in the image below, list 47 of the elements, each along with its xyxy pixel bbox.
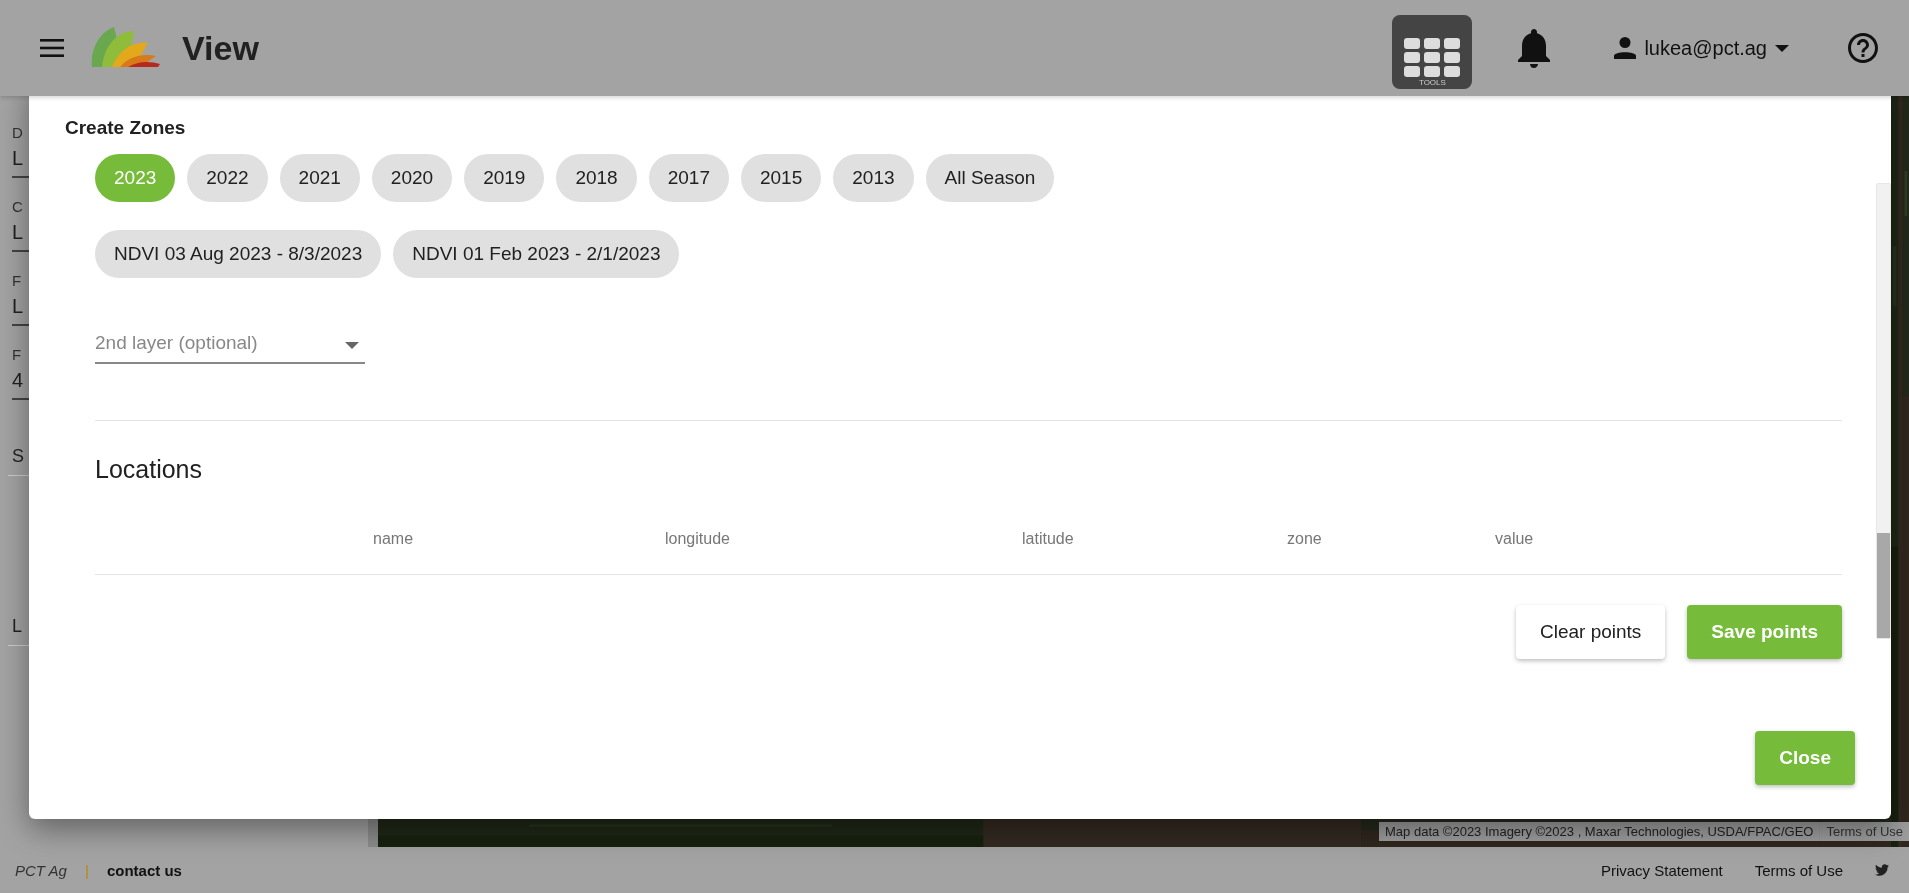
year-chip[interactable]: 2021 [279, 154, 360, 202]
menu-icon [40, 39, 64, 57]
footer-separator: | [84, 861, 89, 879]
field-value: 4 [12, 369, 25, 392]
help-button[interactable] [1845, 30, 1881, 66]
menu-button[interactable] [40, 39, 64, 57]
field-label: C [12, 198, 23, 215]
year-chip[interactable]: 2022 [187, 154, 268, 202]
field-value: L [12, 295, 25, 318]
layer-chip[interactable]: NDVI 01 Feb 2023 - 2/1/2023 [393, 230, 680, 278]
field-label: F [12, 272, 22, 289]
tools-button[interactable]: TOOLS [1392, 15, 1473, 89]
column-header: latitude [1022, 530, 1075, 548]
column-header: zone [1287, 530, 1323, 548]
twitter-icon[interactable] [1875, 863, 1889, 877]
clear-button[interactable]: Clear points [1515, 605, 1666, 659]
layer-chip[interactable]: NDVI 03 Aug 2023 - 8/3/2023 [95, 230, 382, 278]
year-chip[interactable]: 2019 [464, 154, 545, 202]
footer-link[interactable]: Terms of Use [1754, 861, 1843, 879]
field-label: F [12, 346, 22, 363]
year-chip[interactable]: All Season [925, 154, 1055, 202]
footer-brand: PCT Ag [15, 861, 67, 879]
field-label: D [12, 124, 23, 141]
dialog-title: Create Zones [65, 117, 187, 139]
map-attribution: Map data ©2023 Imagery ©2023 , Maxar Technologies, USDA/FPAC/GEO [1379, 822, 1821, 841]
user-menu[interactable]: lukea@pct.ag [1608, 35, 1795, 61]
tools-label: TOOLS [1418, 78, 1446, 87]
year-chip[interactable]: 2013 [833, 154, 914, 202]
grid-icon [1404, 38, 1461, 78]
year-chip[interactable]: 2017 [648, 154, 729, 202]
person-icon [1614, 37, 1637, 59]
footer-link[interactable]: Privacy Statement [1600, 861, 1723, 879]
app-title: View [182, 28, 259, 68]
year-chip[interactable]: 2018 [556, 154, 637, 202]
caret-icon [345, 342, 359, 349]
field-value: L [12, 147, 25, 170]
column-header: name [373, 530, 415, 548]
contact-link[interactable]: contact us [106, 861, 182, 879]
column-header: longitude [665, 530, 731, 548]
year-chip[interactable]: 2015 [740, 154, 822, 202]
caret-icon [1775, 44, 1789, 52]
help-icon [1845, 30, 1881, 66]
scrollbar[interactable] [1876, 183, 1891, 639]
year-chip[interactable]: 2020 [371, 154, 453, 202]
field-value: L [12, 221, 25, 244]
column-header: value [1495, 530, 1535, 548]
map-terms-link[interactable]: Terms of Use [1820, 822, 1909, 841]
